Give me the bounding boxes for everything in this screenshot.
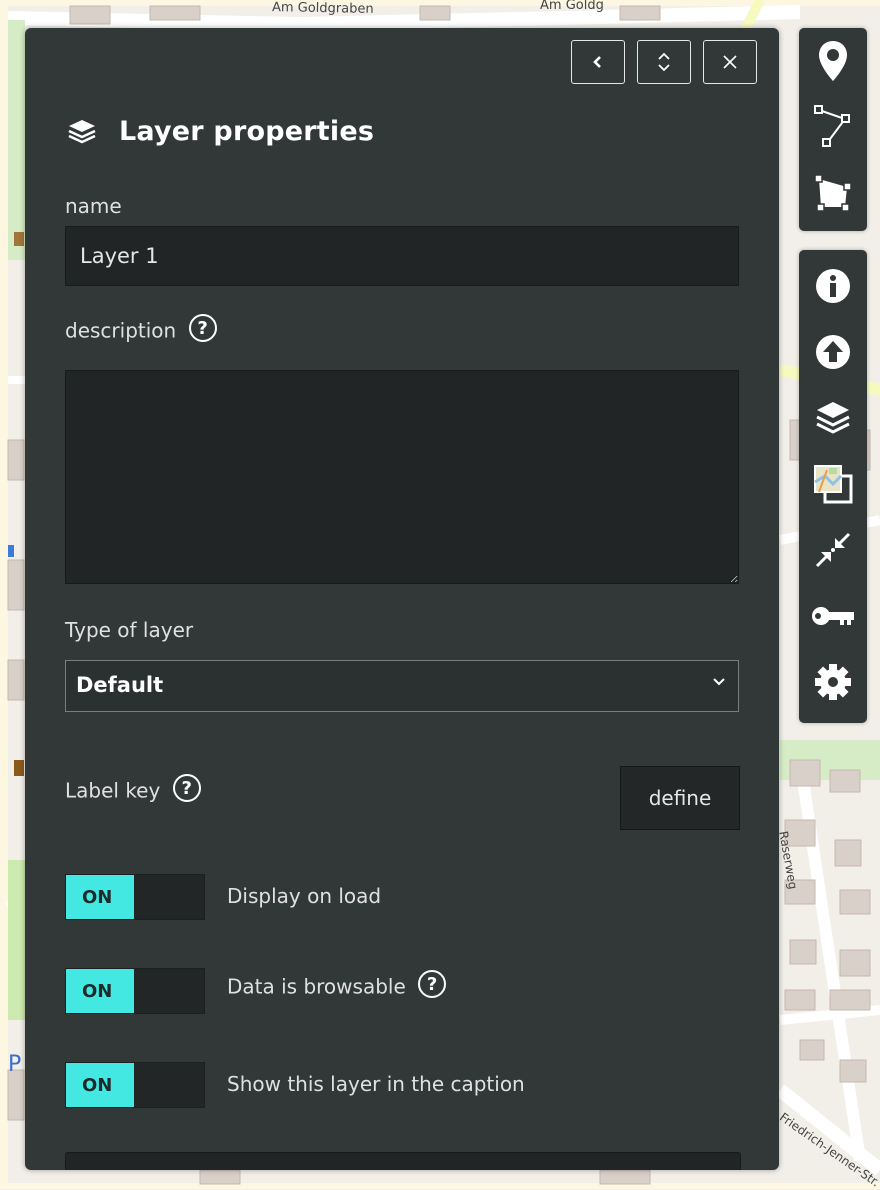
panel-title: Layer properties — [119, 116, 375, 147]
layers-icon — [816, 402, 850, 434]
show-in-caption-toggle[interactable]: ON — [65, 1062, 205, 1108]
map-street-label: Am Goldgraben — [271, 0, 374, 17]
draw-toolbar — [799, 28, 867, 231]
partial-field[interactable] — [65, 1152, 741, 1170]
chevron-down-icon — [713, 678, 725, 686]
draw-marker-button[interactable] — [799, 28, 867, 94]
data-browsable-label: Data is browsable — [227, 974, 406, 999]
info-button[interactable] — [799, 253, 867, 319]
upload-icon — [816, 335, 850, 369]
data-browsable-toggle[interactable]: ON — [65, 968, 205, 1014]
close-button[interactable] — [703, 40, 757, 84]
help-icon[interactable]: ? — [418, 970, 447, 998]
edit-permissions-button[interactable] — [799, 583, 867, 649]
description-textarea[interactable] — [65, 370, 739, 584]
map-settings-button[interactable] — [799, 649, 867, 715]
label-key-row: Label key ? — [65, 774, 201, 803]
help-icon[interactable]: ? — [172, 774, 201, 802]
layer-properties-panel: Layer properties name description ? Type… — [25, 28, 779, 1170]
show-in-caption-label: Show this layer in the caption — [227, 1072, 525, 1096]
description-label-row: description ? — [65, 314, 217, 343]
layer-type-select[interactable]: Default — [65, 660, 739, 712]
draw-polyline-button[interactable] — [799, 94, 867, 160]
layers-icon — [68, 119, 96, 143]
shrink-icon — [815, 532, 851, 568]
map-poi-letter: P — [8, 1052, 22, 1077]
type-of-layer-label: Type of layer — [65, 618, 194, 642]
upload-button[interactable] — [799, 319, 867, 385]
map-street-label: Am Goldg — [540, 0, 604, 13]
toggle-on-label: ON — [66, 969, 134, 1013]
collapse-left-button[interactable] — [571, 40, 625, 84]
name-label: name — [65, 194, 122, 218]
data-browsable-label-row: Data is browsable ? — [227, 970, 447, 999]
display-on-load-toggle[interactable]: ON — [65, 874, 205, 920]
toggle-on-label: ON — [66, 1063, 134, 1107]
help-icon[interactable]: ? — [188, 314, 217, 342]
expand-vertical-icon — [658, 52, 670, 72]
chevron-left-icon — [593, 56, 601, 68]
label-key-label: Label key — [65, 778, 161, 803]
shrink-map-button[interactable] — [799, 517, 867, 583]
key-icon — [812, 607, 854, 625]
description-label: description — [65, 318, 177, 343]
draw-polygon-button[interactable] — [799, 160, 867, 226]
marker-icon — [819, 41, 847, 81]
manage-layers-button[interactable] — [799, 385, 867, 451]
layer-type-selected: Default — [76, 673, 164, 697]
main-toolbar — [799, 250, 867, 723]
info-icon — [816, 269, 850, 303]
tilelayer-button[interactable] — [799, 451, 867, 517]
define-button[interactable]: define — [620, 766, 740, 830]
name-input[interactable] — [65, 226, 739, 286]
polygon-icon — [814, 174, 852, 212]
gear-icon — [815, 664, 851, 700]
polyline-icon — [814, 105, 850, 147]
toggle-on-label: ON — [66, 875, 134, 919]
panel-header: Layer properties — [65, 116, 374, 147]
expand-button[interactable] — [637, 40, 691, 84]
tilelayer-icon — [814, 465, 853, 504]
close-icon — [723, 55, 737, 69]
display-on-load-label: Display on load — [227, 884, 382, 908]
